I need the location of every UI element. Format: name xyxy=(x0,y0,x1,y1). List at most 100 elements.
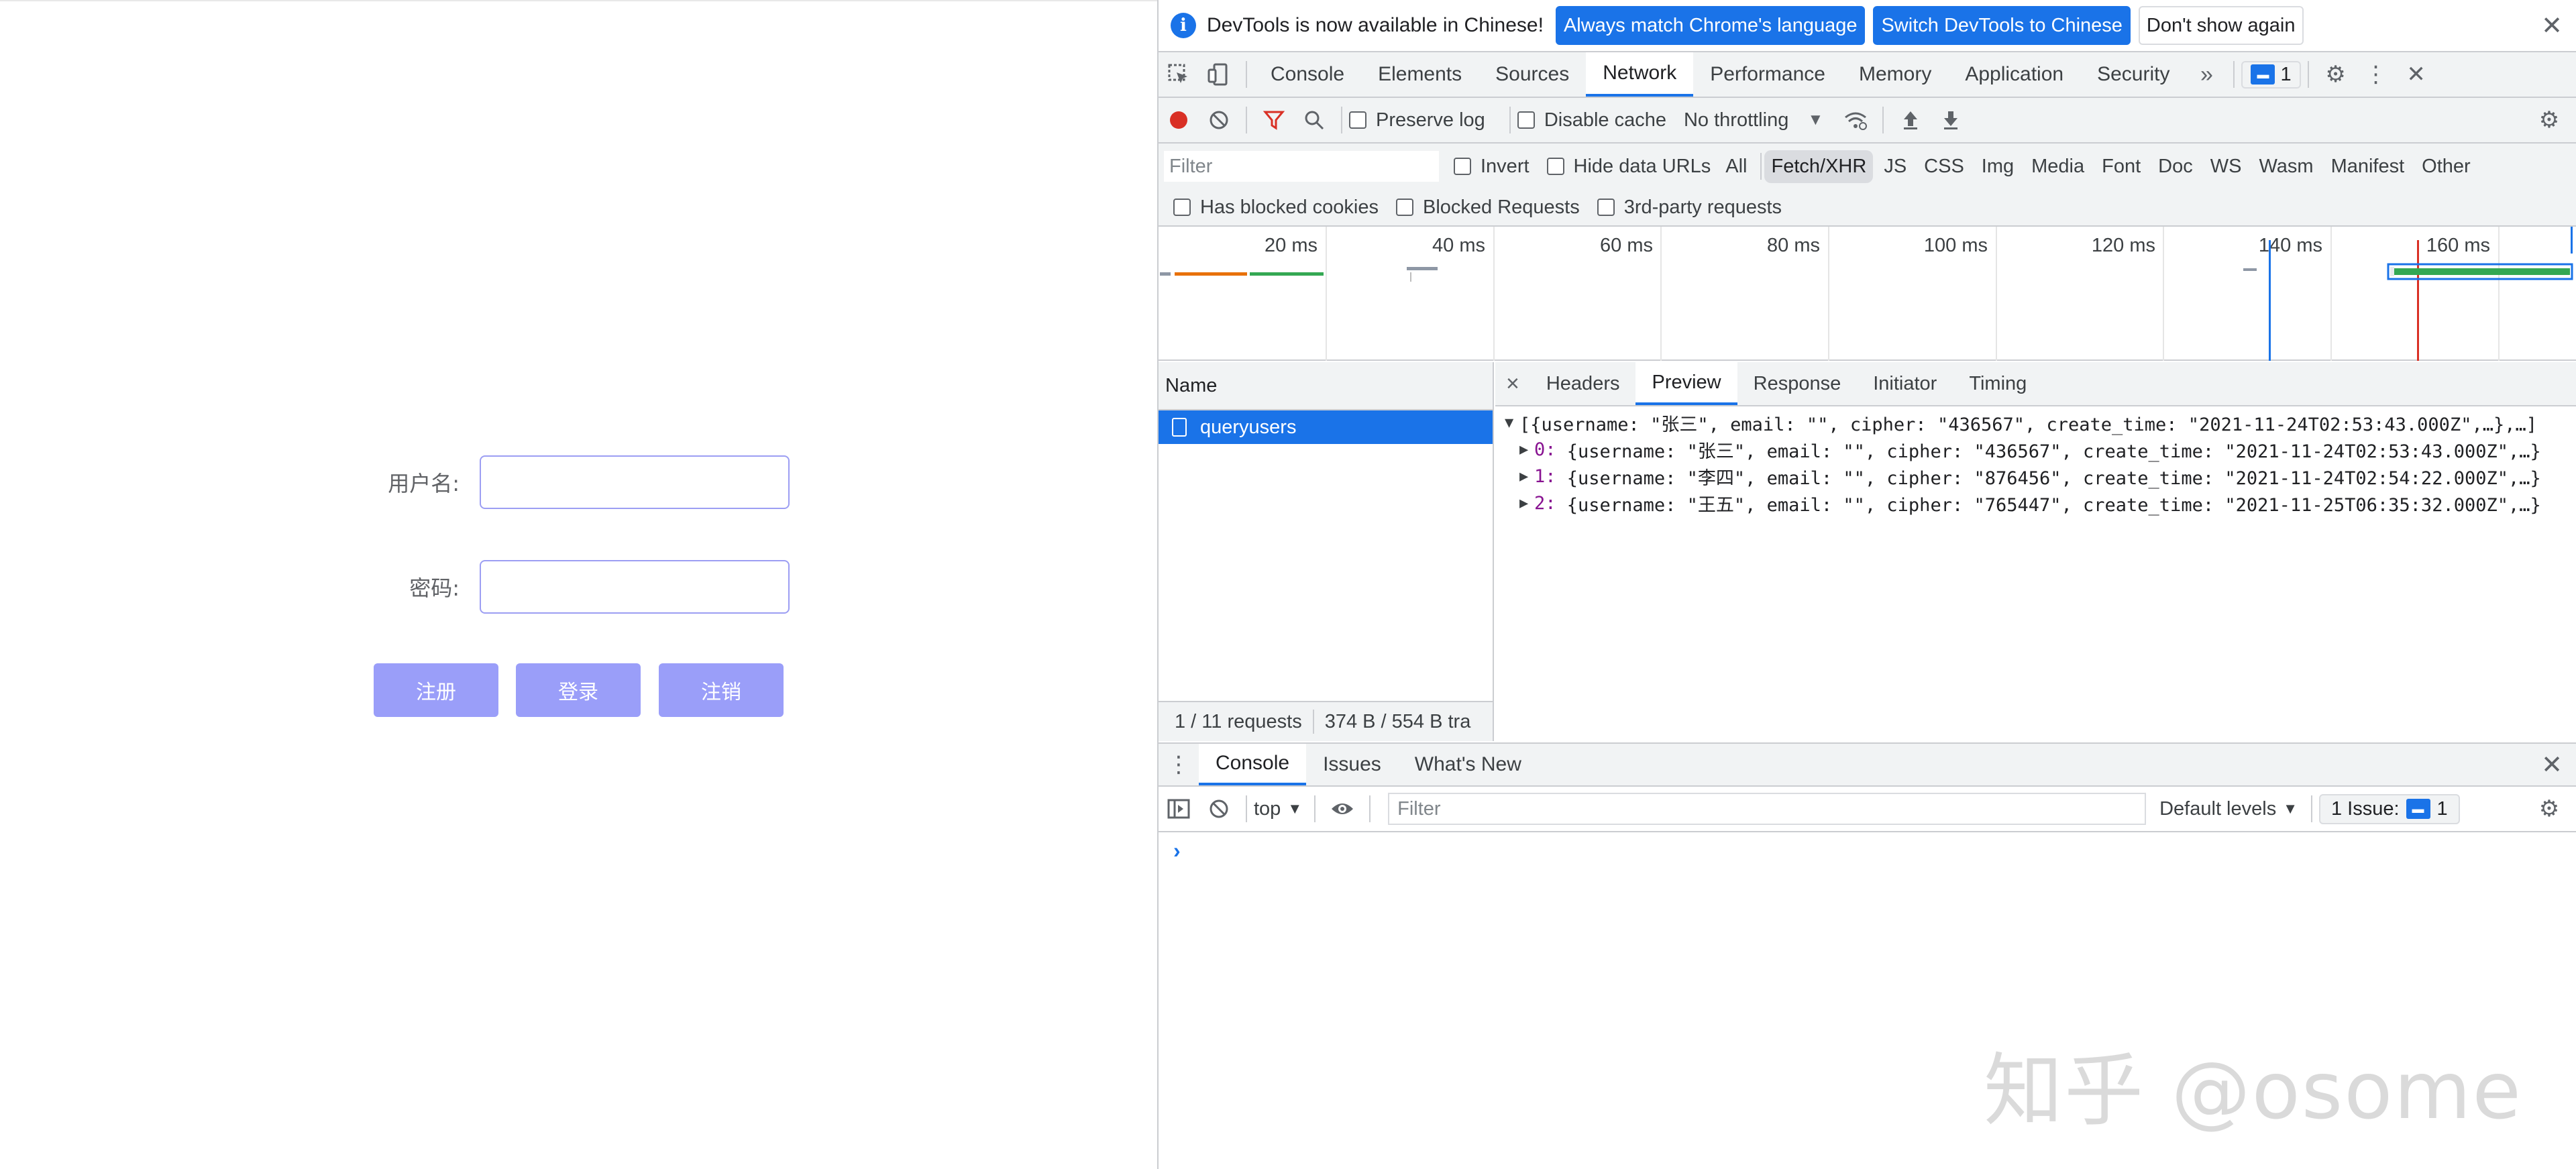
throttling-select[interactable]: No throttling xyxy=(1684,109,1788,131)
type-filter-all[interactable]: All xyxy=(1719,150,1754,183)
drawer-tab-issues[interactable]: Issues xyxy=(1306,744,1398,785)
device-toolbar-icon[interactable] xyxy=(1199,52,1239,97)
issues-counter-button[interactable]: ▬ 1 xyxy=(2241,60,2301,89)
network-conditions-wifi-icon[interactable] xyxy=(1835,98,1876,142)
log-levels-select[interactable]: Default levels ▼ xyxy=(2159,798,2298,820)
drawer-menu-icon[interactable]: ⋮ xyxy=(1159,744,1199,785)
console-issues-button[interactable]: 1 Issue: ▬ 1 xyxy=(2318,793,2460,824)
tab-initiator[interactable]: Initiator xyxy=(1857,362,1953,405)
checkbox-box[interactable] xyxy=(1173,199,1191,216)
checkbox-box[interactable] xyxy=(1395,199,1413,216)
tab-security[interactable]: Security xyxy=(2080,52,2186,97)
info-icon: i xyxy=(1171,13,1196,38)
tab-preview[interactable]: Preview xyxy=(1635,362,1737,405)
has-blocked-cookies-checkbox[interactable]: Has blocked cookies xyxy=(1173,197,1379,219)
checkbox-box[interactable] xyxy=(1546,158,1564,175)
tab-elements[interactable]: Elements xyxy=(1361,52,1479,97)
import-har-upload-icon[interactable] xyxy=(1890,98,1931,142)
infobar-message: DevTools is now available in Chinese! xyxy=(1207,14,1544,36)
network-overview-timeline[interactable]: 20 ms 40 ms 60 ms 80 ms 100 ms 120 ms 14… xyxy=(1159,227,2576,361)
type-filter-ws[interactable]: WS xyxy=(2204,150,2249,183)
chevron-down-icon[interactable]: ▼ xyxy=(1795,98,1835,142)
register-button[interactable]: 注册 xyxy=(374,663,498,717)
filter-funnel-icon[interactable] xyxy=(1254,98,1294,142)
blocked-requests-checkbox[interactable]: Blocked Requests xyxy=(1395,197,1580,219)
switch-chinese-button[interactable]: Switch DevTools to Chinese xyxy=(1873,6,2131,45)
checkbox-box[interactable] xyxy=(1349,111,1366,129)
expanded-triangle-icon[interactable]: ▼ xyxy=(1505,414,1519,431)
kebab-menu-icon[interactable]: ⋮ xyxy=(2356,52,2396,97)
collapsed-triangle-icon[interactable]: ▶ xyxy=(1519,495,1534,512)
tab-response[interactable]: Response xyxy=(1737,362,1858,405)
tab-network[interactable]: Network xyxy=(1586,52,1694,97)
disable-cache-checkbox[interactable]: Disable cache xyxy=(1517,109,1666,131)
match-language-button[interactable]: Always match Chrome's language xyxy=(1555,6,1866,45)
more-tabs-icon[interactable]: » xyxy=(2186,52,2226,97)
type-filter-fetch-xhr[interactable]: Fetch/XHR xyxy=(1764,150,1874,183)
json-root-line[interactable]: ▼ [{username: "张三", email: "", cipher: "… xyxy=(1505,409,2576,436)
json-index: 2: xyxy=(1534,492,1556,514)
type-filter-font[interactable]: Font xyxy=(2095,150,2147,183)
tab-console[interactable]: Console xyxy=(1254,52,1361,97)
type-filter-media[interactable]: Media xyxy=(2025,150,2091,183)
export-har-download-icon[interactable] xyxy=(1931,98,1971,142)
json-row-2[interactable]: ▶ 2: {username: "王五", email: "", cipher:… xyxy=(1505,490,2576,516)
logout-button[interactable]: 注销 xyxy=(659,663,784,717)
name-column-header[interactable]: Name xyxy=(1159,362,1493,410)
collapsed-triangle-icon[interactable]: ▶ xyxy=(1519,441,1534,458)
console-prompt-chevron-icon[interactable]: › xyxy=(1173,838,1181,863)
username-input[interactable] xyxy=(480,455,790,509)
checkbox-box[interactable] xyxy=(1517,111,1535,129)
tab-memory[interactable]: Memory xyxy=(1842,52,1948,97)
type-filter-css[interactable]: CSS xyxy=(1917,150,1971,183)
clear-icon[interactable] xyxy=(1199,98,1239,142)
tab-application[interactable]: Application xyxy=(1948,52,2080,97)
password-input[interactable] xyxy=(480,560,790,614)
drawer-tab-console[interactable]: Console xyxy=(1199,744,1307,785)
record-icon[interactable] xyxy=(1159,98,1199,142)
type-filter-img[interactable]: Img xyxy=(1975,150,2021,183)
type-filter-js[interactable]: JS xyxy=(1877,150,1913,183)
checkbox-box[interactable] xyxy=(1597,199,1615,216)
separator xyxy=(1882,107,1884,133)
json-row-1[interactable]: ▶ 1: {username: "李四", email: "", cipher:… xyxy=(1505,463,2576,490)
dont-show-again-button[interactable]: Don't show again xyxy=(2138,6,2304,45)
collapsed-triangle-icon[interactable]: ▶ xyxy=(1519,468,1534,485)
type-filter-other[interactable]: Other xyxy=(2415,150,2477,183)
inspect-element-icon[interactable] xyxy=(1159,52,1199,97)
tab-sources[interactable]: Sources xyxy=(1479,52,1586,97)
tab-performance[interactable]: Performance xyxy=(1693,52,1842,97)
login-button[interactable]: 登录 xyxy=(516,663,641,717)
close-icon[interactable]: ✕ xyxy=(2541,11,2563,41)
console-filter-input[interactable]: Filter xyxy=(1388,793,2147,825)
close-drawer-icon[interactable]: ✕ xyxy=(2541,750,2563,780)
network-filter-bar-secondary: Has blocked cookies Blocked Requests 3rd… xyxy=(1159,189,2576,227)
invert-checkbox[interactable]: Invert xyxy=(1454,156,1529,178)
type-filter-wasm[interactable]: Wasm xyxy=(2252,150,2320,183)
type-filter-doc[interactable]: Doc xyxy=(2151,150,2200,183)
search-icon[interactable] xyxy=(1294,98,1334,142)
checkbox-box[interactable] xyxy=(1454,158,1471,175)
live-expression-eye-icon[interactable] xyxy=(1322,787,1362,831)
settings-gear-icon[interactable]: ⚙ xyxy=(2316,52,2356,97)
third-party-requests-checkbox[interactable]: 3rd-party requests xyxy=(1597,197,1782,219)
close-devtools-icon[interactable]: ✕ xyxy=(2396,52,2436,97)
tab-headers[interactable]: Headers xyxy=(1530,362,1636,405)
type-filter-manifest[interactable]: Manifest xyxy=(2324,150,2412,183)
filter-input[interactable]: Filter xyxy=(1164,151,1439,182)
hide-data-urls-checkbox[interactable]: Hide data URLs xyxy=(1546,156,1711,178)
separator xyxy=(1369,795,1371,822)
tab-timing[interactable]: Timing xyxy=(1953,362,2043,405)
password-row: 密码: xyxy=(372,560,790,614)
close-detail-icon[interactable]: × xyxy=(1495,362,1530,405)
clear-console-icon[interactable] xyxy=(1199,787,1239,831)
preserve-log-checkbox[interactable]: Preserve log xyxy=(1349,109,1485,131)
request-row-queryusers[interactable]: queryusers xyxy=(1159,410,1493,444)
network-settings-gear-icon[interactable]: ⚙ xyxy=(2529,98,2569,142)
sidebar-toggle-icon[interactable] xyxy=(1159,787,1199,831)
json-row-0[interactable]: ▶ 0: {username: "张三", email: "", cipher:… xyxy=(1505,436,2576,463)
console-settings-gear-icon[interactable]: ⚙ xyxy=(2529,787,2569,831)
context-select[interactable]: top ▼ xyxy=(1254,798,1302,820)
drawer-tab-whats-new[interactable]: What's New xyxy=(1398,744,1538,785)
message-icon: ▬ xyxy=(2406,799,2430,819)
